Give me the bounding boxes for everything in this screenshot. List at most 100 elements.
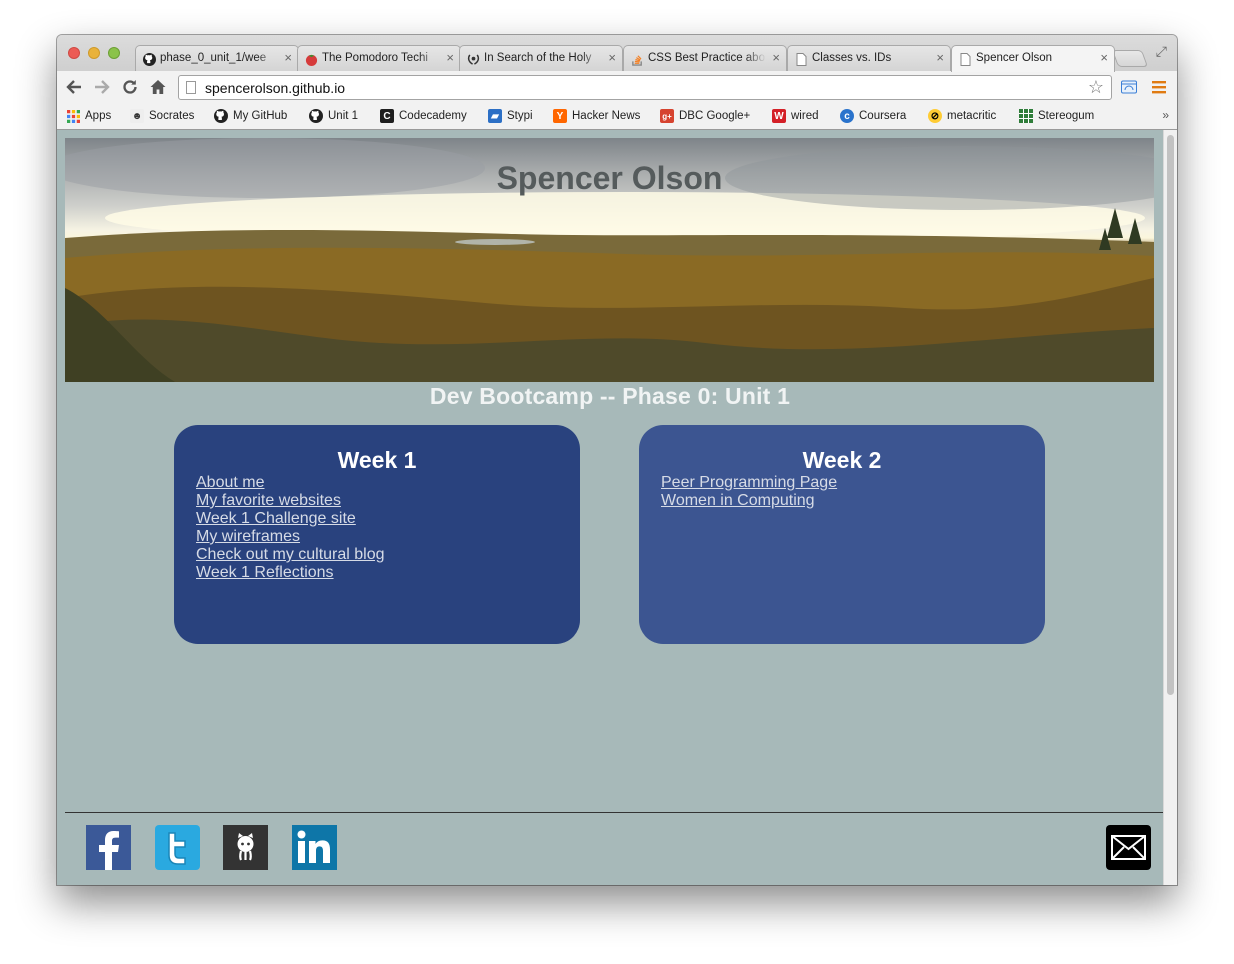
window-zoom-button[interactable] (108, 47, 120, 59)
bookmark-stereogum[interactable]: Stereogum (1019, 109, 1094, 123)
address-bar-url[interactable]: spencerolson.github.io (205, 80, 345, 96)
browser-window: phase_0_unit_1/wee × The Pomodoro Techi … (57, 35, 1177, 885)
scrollbar-thumb[interactable] (1167, 135, 1174, 695)
facebook-icon[interactable] (86, 825, 131, 870)
bookmark-metacritic[interactable]: ⊘ metacritic (928, 109, 996, 123)
list-item: Week 1 Challenge site (196, 510, 385, 528)
tab-in-search-of-the-holy[interactable]: In Search of the Holy × (459, 45, 623, 71)
bookmark-label: Unit 1 (328, 110, 359, 122)
page-subtitle: Dev Bootcamp -- Phase 0: Unit 1 (429, 383, 791, 409)
bookmark-apps[interactable]: Apps (66, 109, 111, 123)
tab-phase-0-unit-1[interactable]: phase_0_unit_1/wee × (135, 45, 299, 71)
link-week-1-challenge-site[interactable]: Week 1 Challenge site (196, 510, 356, 527)
stereogum-icon (1019, 109, 1033, 123)
tab-close-icon[interactable]: × (446, 51, 454, 65)
window-minimize-button[interactable] (88, 47, 100, 59)
page-viewport: Spencer Olson Dev Bootcamp -- Phase 0: U… (57, 130, 1163, 885)
week-2-card: Week 2 Peer Programming Page Women in Co… (639, 425, 1045, 644)
bookmark-my-github[interactable]: My GitHub (214, 109, 287, 123)
github-octocat-icon[interactable] (223, 825, 268, 870)
bookmark-hacker-news[interactable]: Y Hacker News (553, 109, 640, 123)
tab-title: Classes vs. IDs (812, 52, 892, 64)
link-peer-programming-page[interactable]: Peer Programming Page (661, 474, 837, 491)
home-icon[interactable] (147, 76, 169, 98)
bookmarks-bar: Apps ☻ Socrates My GitHub Unit 1 C Codec… (57, 105, 1177, 130)
menu-icon[interactable] (1150, 78, 1168, 96)
coursera-icon: c (840, 109, 854, 123)
tab-title: Spencer Olson (976, 52, 1053, 64)
mail-icon[interactable] (1106, 825, 1151, 870)
page-icon (794, 52, 808, 66)
tab-close-icon[interactable]: × (1100, 51, 1108, 65)
github-icon (214, 109, 228, 123)
laurel-icon (466, 52, 480, 66)
reload-icon[interactable] (119, 76, 141, 98)
tomato-icon (304, 52, 318, 66)
link-week-1-reflections[interactable]: Week 1 Reflections (196, 564, 334, 581)
stackoverflow-icon (630, 52, 644, 66)
wired-icon: W (772, 109, 786, 123)
linkedin-icon[interactable] (292, 825, 337, 870)
window-close-button[interactable] (68, 47, 80, 59)
tab-close-icon[interactable]: × (284, 51, 292, 65)
tab-strip: phase_0_unit_1/wee × The Pomodoro Techi … (57, 35, 1177, 72)
twitter-icon[interactable] (155, 825, 200, 870)
bookmark-socrates[interactable]: ☻ Socrates (130, 109, 194, 123)
week-1-link-list: About me My favorite websites Week 1 Cha… (196, 474, 385, 582)
codecademy-icon: C (380, 109, 394, 123)
fullscreen-icon[interactable]: ⤢ (1156, 43, 1167, 60)
link-cultural-blog[interactable]: Check out my cultural blog (196, 546, 385, 563)
bookmark-unit-1[interactable]: Unit 1 (309, 109, 358, 123)
site-title: Spencer Olson (496, 160, 723, 196)
link-my-favorite-websites[interactable]: My favorite websites (196, 492, 341, 509)
tab-close-icon[interactable]: × (772, 51, 780, 65)
list-item: My favorite websites (196, 492, 385, 510)
bookmark-label: Coursera (859, 110, 907, 122)
github-icon (309, 109, 323, 123)
link-women-in-computing[interactable]: Women in Computing (661, 492, 815, 509)
new-tab-button[interactable] (1111, 50, 1149, 67)
bookmark-label: DBC Google+ (679, 110, 751, 122)
bookmark-label: Stereogum (1038, 110, 1095, 122)
address-bar[interactable]: spencerolson.github.io ☆ (178, 75, 1112, 100)
bookmark-label: Apps (85, 110, 112, 122)
tab-title: In Search of the Holy (484, 52, 592, 64)
list-item: Week 1 Reflections (196, 564, 385, 582)
hacker-news-icon: Y (553, 109, 567, 123)
tab-css-best-practice[interactable]: CSS Best Practice abo × (623, 45, 787, 71)
tab-title: CSS Best Practice abo (648, 52, 765, 64)
browser-toolbar: spencerolson.github.io ☆ (57, 71, 1177, 105)
stypi-icon: ▰ (488, 109, 502, 123)
bookmark-stypi[interactable]: ▰ Stypi (488, 109, 533, 123)
bookmark-star-icon[interactable]: ☆ (1088, 77, 1104, 98)
extension-icon[interactable] (1120, 78, 1138, 96)
week-2-heading: Week 2 (802, 447, 882, 473)
bookmarks-overflow-chevron-icon[interactable]: » (1162, 108, 1169, 122)
tab-spencer-olson[interactable]: Spencer Olson × (951, 45, 1115, 72)
back-arrow-icon[interactable] (63, 76, 85, 98)
bookmark-dbc-google-plus[interactable]: g+ DBC Google+ (660, 109, 750, 123)
bookmark-label: metacritic (947, 110, 997, 122)
bookmark-codecademy[interactable]: C Codecademy (380, 109, 467, 123)
tab-pomodoro[interactable]: The Pomodoro Techi × (297, 45, 461, 71)
bookmark-label: Codecademy (399, 110, 467, 122)
google-plus-icon: g+ (660, 109, 674, 123)
page-icon (186, 81, 196, 94)
metacritic-icon: ⊘ (928, 109, 942, 123)
page-icon (958, 52, 972, 66)
bookmark-label: Socrates (149, 110, 195, 122)
tab-close-icon[interactable]: × (936, 51, 944, 65)
week-1-card: Week 1 About me My favorite websites Wee… (174, 425, 580, 644)
link-about-me[interactable]: About me (196, 474, 264, 491)
vertical-scrollbar[interactable] (1163, 130, 1177, 885)
tab-classes-vs-ids[interactable]: Classes vs. IDs × (787, 45, 951, 71)
link-my-wireframes[interactable]: My wireframes (196, 528, 300, 545)
tab-close-icon[interactable]: × (608, 51, 616, 65)
forward-arrow-icon[interactable] (91, 76, 113, 98)
list-item: My wireframes (196, 528, 385, 546)
tab-title: The Pomodoro Techi (322, 52, 428, 64)
apps-grid-icon (66, 109, 80, 123)
bookmark-wired[interactable]: W wired (772, 109, 818, 123)
bookmark-coursera[interactable]: c Coursera (840, 109, 906, 123)
footer-divider (65, 812, 1163, 813)
